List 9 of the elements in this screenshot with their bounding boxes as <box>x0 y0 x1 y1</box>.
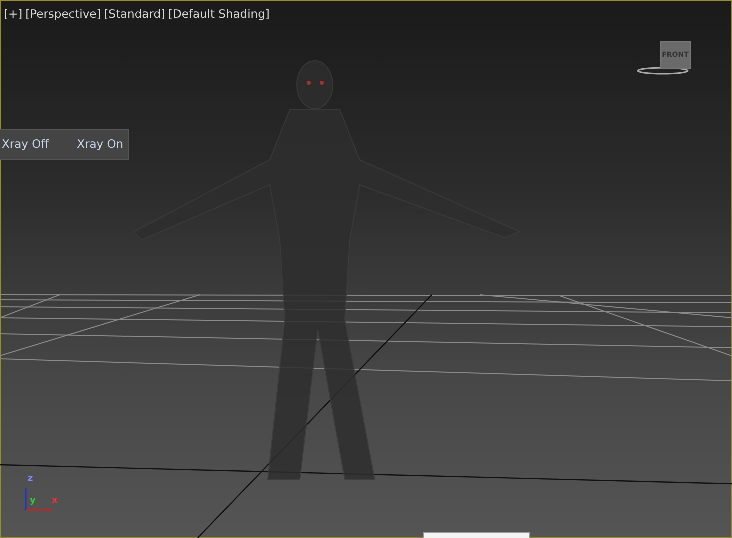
x-axis-label: x <box>52 495 58 508</box>
viewport-label[interactable]: [Default Shading] <box>168 6 270 24</box>
viewport-label[interactable]: [+] <box>4 6 23 24</box>
viewport-label[interactable]: [Perspective] <box>26 6 102 24</box>
viewport-label[interactable]: [Standard] <box>104 6 166 24</box>
xray-button[interactable]: Xray On <box>75 136 126 154</box>
z-axis-label: z <box>28 473 34 486</box>
xray-button[interactable]: Xray Off <box>0 136 52 154</box>
y-axis-label: y <box>30 495 36 508</box>
